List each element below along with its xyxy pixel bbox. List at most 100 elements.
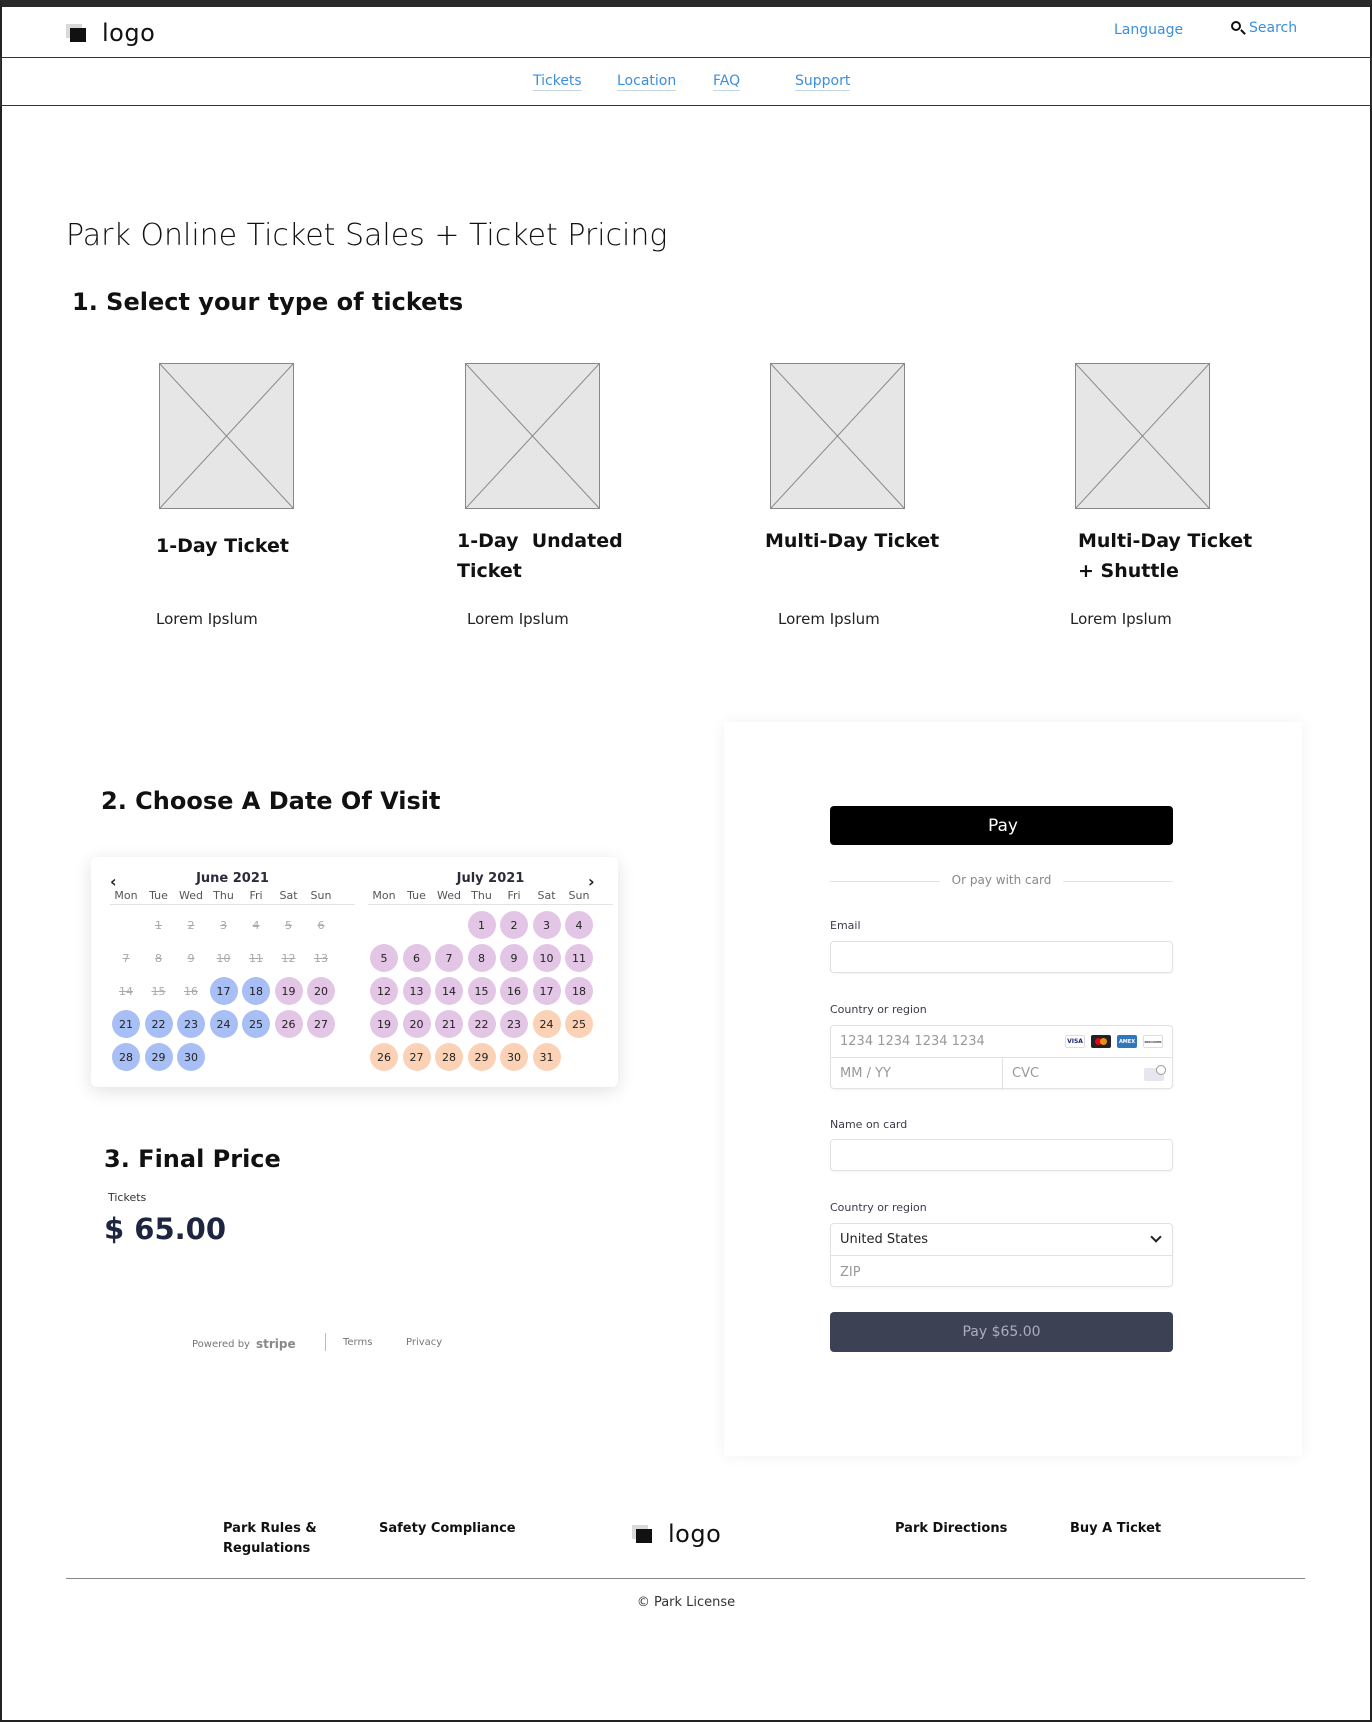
search-link[interactable]: Search — [1230, 20, 1297, 36]
calendar-day[interactable]: 26 — [370, 1043, 398, 1071]
calendar-day[interactable]: 24 — [209, 1010, 238, 1038]
calendar-day[interactable]: 17 — [209, 977, 238, 1005]
calendar-day[interactable]: 27 — [307, 1010, 335, 1038]
mastercard-icon — [1091, 1035, 1111, 1048]
calendar-day[interactable]: 23 — [177, 1010, 205, 1038]
calendar-day[interactable]: 22 — [467, 1010, 496, 1038]
powered-by-stripe[interactable]: Powered by stripe — [192, 1337, 296, 1351]
zip-field[interactable]: ZIP — [840, 1265, 861, 1280]
calendar-day[interactable]: 20 — [307, 977, 335, 1005]
weekday-label: Thu — [471, 889, 492, 902]
nav-tickets[interactable]: Tickets — [533, 73, 582, 91]
main-nav: Tickets Location FAQ Support — [0, 57, 1372, 106]
chevron-down-icon — [1150, 1231, 1162, 1243]
powered-by-text: Powered by — [192, 1338, 250, 1350]
email-field[interactable] — [830, 941, 1173, 973]
calendar-day[interactable]: 24 — [532, 1010, 561, 1038]
footer-safety-link[interactable]: Safety Compliance — [379, 1519, 516, 1539]
calendar-day[interactable]: 19 — [274, 977, 303, 1005]
calendar-day: 4 — [252, 918, 260, 932]
footer-directions-link[interactable]: Park Directions — [895, 1519, 1007, 1539]
calendar-day[interactable]: 1 — [467, 911, 496, 939]
calendar-day[interactable]: 18 — [242, 977, 270, 1005]
ticket-image-4[interactable] — [1075, 363, 1210, 509]
calendar-day[interactable]: 20 — [402, 1010, 431, 1038]
calendar-day[interactable]: 11 — [565, 944, 593, 972]
calendar-day[interactable]: 6 — [402, 944, 431, 972]
calendar-day[interactable]: 30 — [177, 1043, 205, 1071]
pay-button[interactable]: Pay $65.00 — [830, 1312, 1173, 1352]
calendar-day[interactable]: 22 — [144, 1010, 173, 1038]
expiry-field[interactable]: MM / YY — [840, 1066, 891, 1081]
calendar-day[interactable]: 5 — [370, 944, 398, 972]
calendar-day[interactable]: 9 — [500, 944, 528, 972]
footer-logo[interactable]: logo — [632, 1520, 721, 1548]
search-label: Search — [1249, 20, 1298, 36]
ticket-name-4[interactable]: Multi-Day Ticket + Shuttle — [1078, 526, 1252, 586]
calendar-day[interactable]: 7 — [435, 944, 463, 972]
calendar-day[interactable]: 2 — [500, 911, 528, 939]
ticket-name-3[interactable]: Multi-Day Ticket — [765, 526, 939, 556]
calendar-day[interactable]: 25 — [565, 1010, 593, 1038]
calendar-day[interactable]: 14 — [435, 977, 463, 1005]
cvc-field[interactable]: CVC — [1012, 1066, 1039, 1081]
calendar-day[interactable]: 29 — [144, 1043, 173, 1071]
calendar-day[interactable]: 30 — [500, 1043, 528, 1071]
calendar-day[interactable]: 16 — [500, 977, 528, 1005]
calendar-day[interactable]: 13 — [402, 977, 431, 1005]
calendar-day: 5 — [285, 918, 292, 932]
language-link[interactable]: Language — [1114, 22, 1183, 38]
calendar-day[interactable]: 25 — [242, 1010, 270, 1038]
month-title: June 2021 — [196, 871, 269, 886]
calendar-day: 1 — [155, 918, 162, 932]
calendar-day[interactable]: 28 — [112, 1043, 140, 1071]
copyright: © Park License — [636, 1595, 736, 1610]
ticket-image-1[interactable] — [159, 363, 294, 509]
weekday-label: Mon — [114, 889, 138, 902]
nav-location[interactable]: Location — [617, 73, 677, 91]
ticket-name-1[interactable]: 1-Day Ticket — [156, 531, 289, 561]
ticket-name-2[interactable]: 1-Day Undated Ticket — [457, 526, 623, 586]
weekday-label: Sun — [568, 889, 590, 902]
weekday-row: Mon Tue Wed Thu Fri Sat Sun — [368, 889, 613, 905]
footer-buy-ticket-link[interactable]: Buy A Ticket — [1070, 1519, 1161, 1539]
page-title: Park Online Ticket Sales + Ticket Pricin… — [66, 218, 668, 253]
calendar-day: 6 — [317, 918, 325, 932]
amex-icon: AMEX — [1117, 1035, 1137, 1048]
calendar-day[interactable]: 12 — [370, 977, 398, 1005]
calendar-day[interactable]: 17 — [532, 977, 561, 1005]
calendar-day: 2 — [187, 918, 195, 932]
calendar-day[interactable]: 4 — [565, 911, 593, 939]
ticket-image-3[interactable] — [770, 363, 905, 509]
card-number-field[interactable]: 1234 1234 1234 1234 — [840, 1034, 985, 1049]
terms-link[interactable]: Terms — [343, 1337, 372, 1348]
nav-support[interactable]: Support — [795, 73, 851, 91]
footer-park-rules-link[interactable]: Park Rules & Regulations — [223, 1519, 317, 1559]
calendar-day[interactable]: 21 — [112, 1010, 140, 1038]
apple-pay-button[interactable]: Pay — [830, 806, 1173, 845]
calendar-day[interactable]: 27 — [402, 1043, 431, 1071]
calendar-day[interactable]: 3 — [532, 911, 561, 939]
calendar-day[interactable]: 23 — [500, 1010, 528, 1038]
calendar-day[interactable]: 31 — [532, 1043, 561, 1071]
name-on-card-field[interactable] — [830, 1139, 1173, 1171]
date-picker: ‹ › June 2021 Mon Tue Wed Thu Fri Sat Sun 1234… — [91, 857, 618, 1087]
privacy-link[interactable]: Privacy — [406, 1337, 442, 1348]
calendar-day[interactable]: 26 — [274, 1010, 303, 1038]
calendar-day[interactable]: 19 — [370, 1010, 398, 1038]
calendar-day[interactable]: 28 — [435, 1043, 463, 1071]
logo-icon — [632, 1525, 652, 1543]
nav-faq[interactable]: FAQ — [713, 73, 741, 91]
calendar-day[interactable]: 15 — [467, 977, 496, 1005]
ticket-image-2[interactable] — [465, 363, 600, 509]
country-select[interactable]: United States — [831, 1224, 1172, 1256]
header-logo[interactable]: logo — [66, 19, 155, 47]
calendar-day[interactable]: 8 — [467, 944, 496, 972]
calendar-day[interactable]: 21 — [435, 1010, 463, 1038]
calendar-day[interactable]: 29 — [467, 1043, 496, 1071]
calendar-day[interactable]: 18 — [565, 977, 593, 1005]
logo-icon — [66, 24, 86, 42]
logo-text: logo — [102, 19, 156, 47]
weekday-label: Fri — [249, 889, 263, 902]
calendar-day[interactable]: 10 — [532, 944, 561, 972]
